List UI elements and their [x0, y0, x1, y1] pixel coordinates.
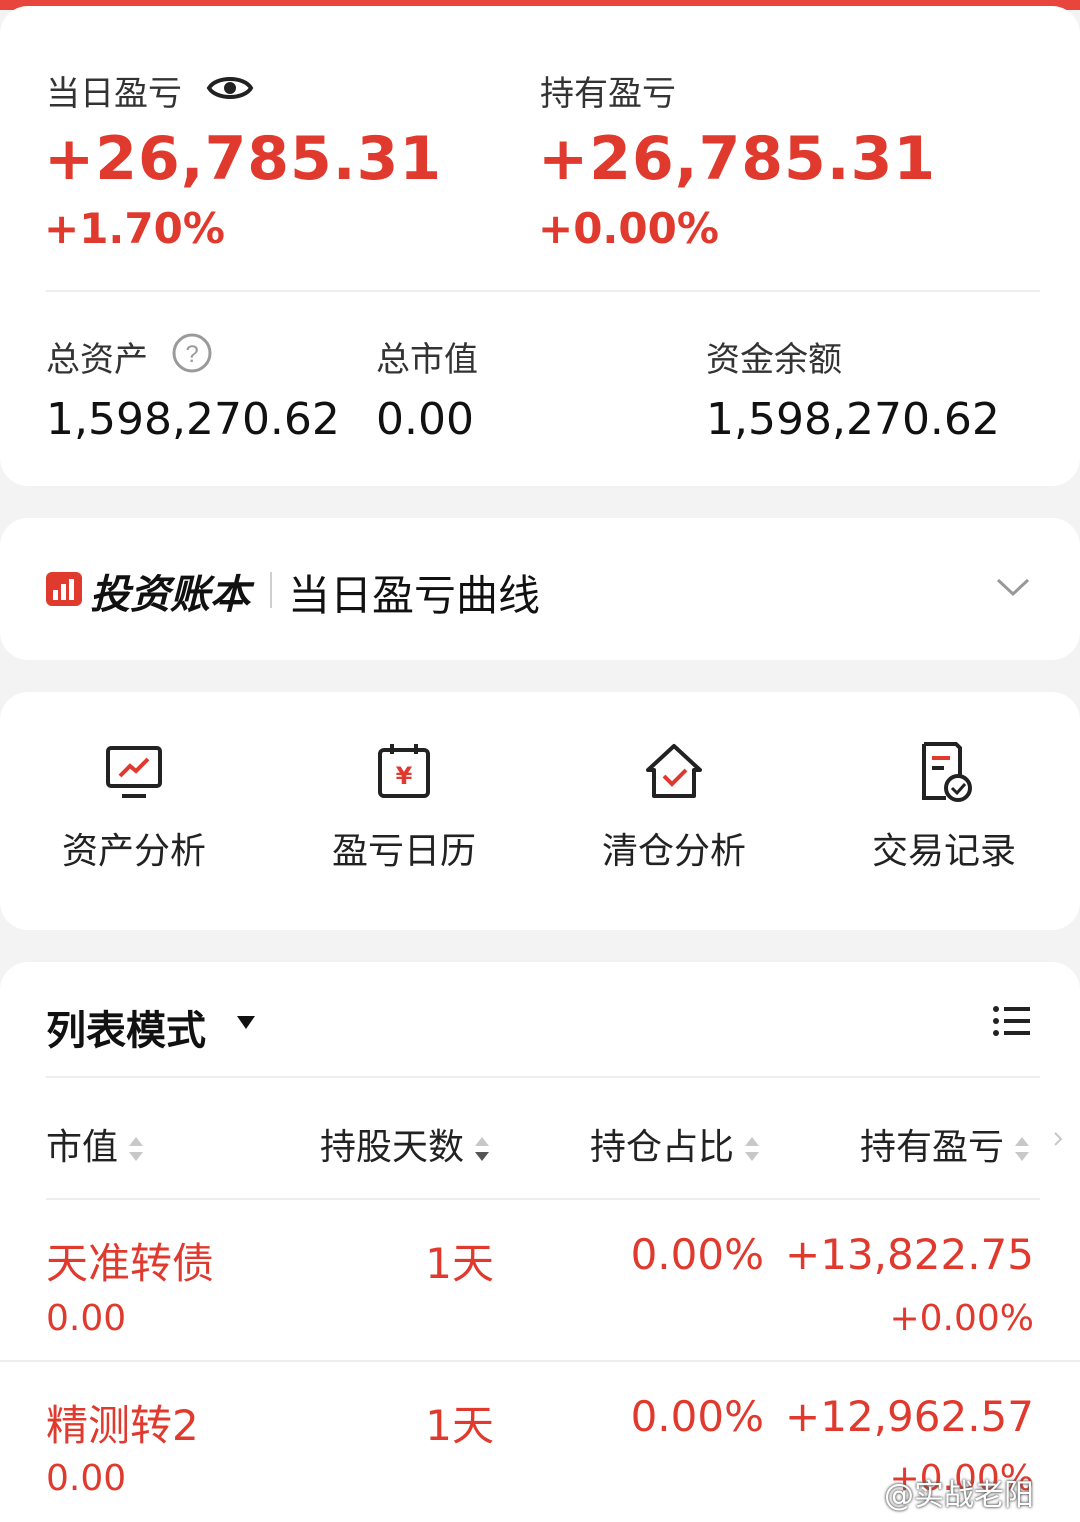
chevron-down-icon[interactable] [994, 574, 1032, 600]
monitor-chart-icon [106, 746, 162, 798]
svg-text:?: ? [185, 341, 198, 368]
list-mode-selector[interactable]: 列表模式 [46, 998, 206, 1056]
row-divider [46, 1198, 1040, 1200]
ledger-brand: 投资账本 [90, 572, 250, 618]
column-header-label: 持仓占比 [590, 1127, 735, 1168]
row-divider [0, 1360, 1080, 1362]
list-view-icon[interactable] [992, 1004, 1032, 1038]
holding-pl-value: +26,785.31 [538, 124, 937, 194]
house-check-icon [646, 744, 702, 798]
tool-trade-records[interactable]: 交易记录 [824, 740, 1064, 890]
holding-days: 1天 [425, 1401, 494, 1450]
holding-pl-percent: +0.00% [538, 204, 719, 253]
tool-clearance-analysis[interactable]: 清仓分析 [554, 740, 794, 890]
total-assets-value: 1,598,270.62 [46, 394, 340, 445]
question-circle-icon[interactable]: ? [171, 332, 213, 374]
column-header-label: 持股天数 [320, 1127, 465, 1168]
holding-pl-percent: +0.00% [889, 1298, 1034, 1339]
position-ratio: 0.00% [630, 1230, 764, 1279]
tool-label: 清仓分析 [601, 831, 746, 872]
tool-label: 交易记录 [871, 831, 1016, 872]
daily-pl-value: +26,785.31 [44, 124, 443, 194]
holding-days: 1天 [425, 1239, 494, 1288]
holding-pl: +13,822.75 [785, 1230, 1034, 1279]
column-header-position-ratio[interactable]: 持仓占比 [590, 1118, 760, 1170]
yen-calendar-icon: ¥ [378, 744, 430, 798]
security-name: 天准转债 [46, 1239, 215, 1288]
total-assets-label: 总资产 [46, 340, 148, 380]
sort-icon [1015, 1137, 1030, 1161]
holding-pl: +12,962.57 [785, 1392, 1034, 1441]
market-value-value: 0.00 [376, 394, 474, 445]
summary-divider [46, 290, 1040, 292]
cash-balance-value: 1,598,270.62 [706, 394, 1000, 445]
column-header-label: 市值 [46, 1127, 119, 1168]
sort-icon [129, 1137, 144, 1161]
column-header-market-value[interactable]: 市值 [46, 1118, 144, 1170]
ledger-logo-icon [46, 572, 82, 606]
daily-pl-label: 当日盈亏 [46, 74, 182, 114]
chevron-right-icon[interactable] [1052, 1130, 1064, 1148]
tool-label: 盈亏日历 [331, 831, 476, 872]
security-market-value: 0.00 [46, 1298, 127, 1339]
sort-icon [745, 1137, 760, 1161]
tool-label: 资产分析 [61, 831, 206, 872]
position-ratio: 0.00% [630, 1392, 764, 1441]
svg-text:¥: ¥ [396, 762, 413, 790]
list-header-divider [46, 1076, 1040, 1078]
security-name: 精测转2 [46, 1401, 199, 1450]
column-header-holding-days[interactable]: 持股天数 [320, 1118, 490, 1170]
pl-curve-title[interactable]: 当日盈亏曲线 [288, 562, 540, 623]
brand-separator [270, 572, 272, 608]
column-header-label: 持有盈亏 [860, 1127, 1005, 1168]
sort-icon [475, 1137, 490, 1161]
tool-asset-analysis[interactable]: 资产分析 [14, 740, 254, 890]
document-check-icon [922, 742, 972, 802]
eye-icon[interactable] [206, 70, 254, 106]
tool-pl-calendar[interactable]: ¥ 盈亏日历 [284, 740, 524, 890]
caret-down-icon[interactable] [235, 1013, 257, 1031]
security-market-value: 0.00 [46, 1458, 127, 1499]
column-header-holding-pl[interactable]: 持有盈亏 [860, 1118, 1030, 1170]
daily-pl-percent: +1.70% [44, 204, 225, 253]
watermark: @实战老阳 [884, 1478, 1034, 1513]
cash-balance-label: 资金余额 [706, 340, 842, 380]
market-value-label: 总市值 [376, 340, 478, 380]
holding-pl-label: 持有盈亏 [540, 74, 676, 114]
